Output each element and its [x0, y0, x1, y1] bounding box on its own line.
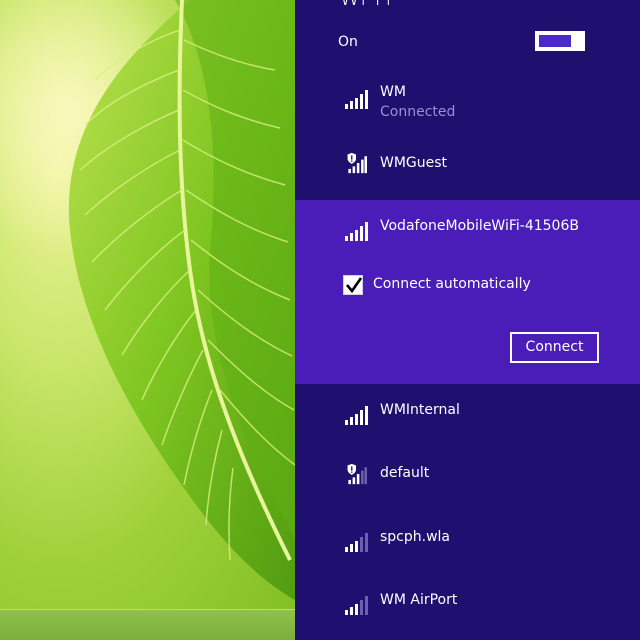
toggle-thumb[interactable]	[573, 31, 583, 51]
network-name: spcph.wla	[380, 529, 451, 545]
network-item-wm[interactable]: WM Connected	[295, 80, 640, 130]
pane-title: Wi-Fi	[339, 0, 392, 11]
desktop-wallpaper	[0, 0, 295, 640]
network-name: WM AirPort	[380, 592, 458, 608]
wifi-signal-icon	[345, 533, 368, 552]
wifi-toggle-label: On	[338, 34, 358, 50]
network-item-spcph[interactable]: spcph.wla	[295, 525, 640, 565]
network-name: WM	[380, 84, 406, 100]
wifi-signal-icon	[345, 596, 368, 615]
network-name: default	[380, 465, 430, 481]
wifi-settings-pane: Wi-Fi On WM Connected WMG	[295, 0, 640, 640]
wifi-signal-icon	[345, 90, 368, 109]
network-item-default[interactable]: default	[295, 460, 640, 500]
connect-button[interactable]: Connect	[510, 332, 599, 363]
network-name: WMInternal	[380, 402, 460, 418]
toggle-track	[539, 35, 571, 47]
wifi-toggle-row: On	[295, 28, 640, 58]
wifi-toggle-switch[interactable]	[535, 31, 585, 51]
wifi-signal-icon	[345, 406, 368, 425]
taskbar-strip	[0, 609, 295, 640]
network-item-wminternal[interactable]: WMInternal	[295, 398, 640, 438]
network-item-vodafone-expanded[interactable]: VodafoneMobileWiFi-41506B Connect automa…	[295, 200, 640, 384]
wifi-signal-icon	[347, 463, 367, 485]
leaf-image	[68, 0, 295, 600]
network-name: VodafoneMobileWiFi-41506B	[380, 218, 579, 234]
connect-automatically-checkbox[interactable]	[343, 275, 363, 295]
network-name: WMGuest	[380, 155, 448, 171]
checkmark-icon	[346, 277, 363, 294]
network-item-wm-airport[interactable]: WM AirPort	[295, 588, 640, 628]
network-status: Connected	[380, 104, 456, 120]
connect-automatically-label[interactable]: Connect automatically	[373, 276, 531, 292]
network-item-wmguest[interactable]: WMGuest	[295, 150, 640, 190]
wifi-signal-icon	[347, 152, 367, 174]
wifi-signal-icon	[345, 222, 368, 241]
